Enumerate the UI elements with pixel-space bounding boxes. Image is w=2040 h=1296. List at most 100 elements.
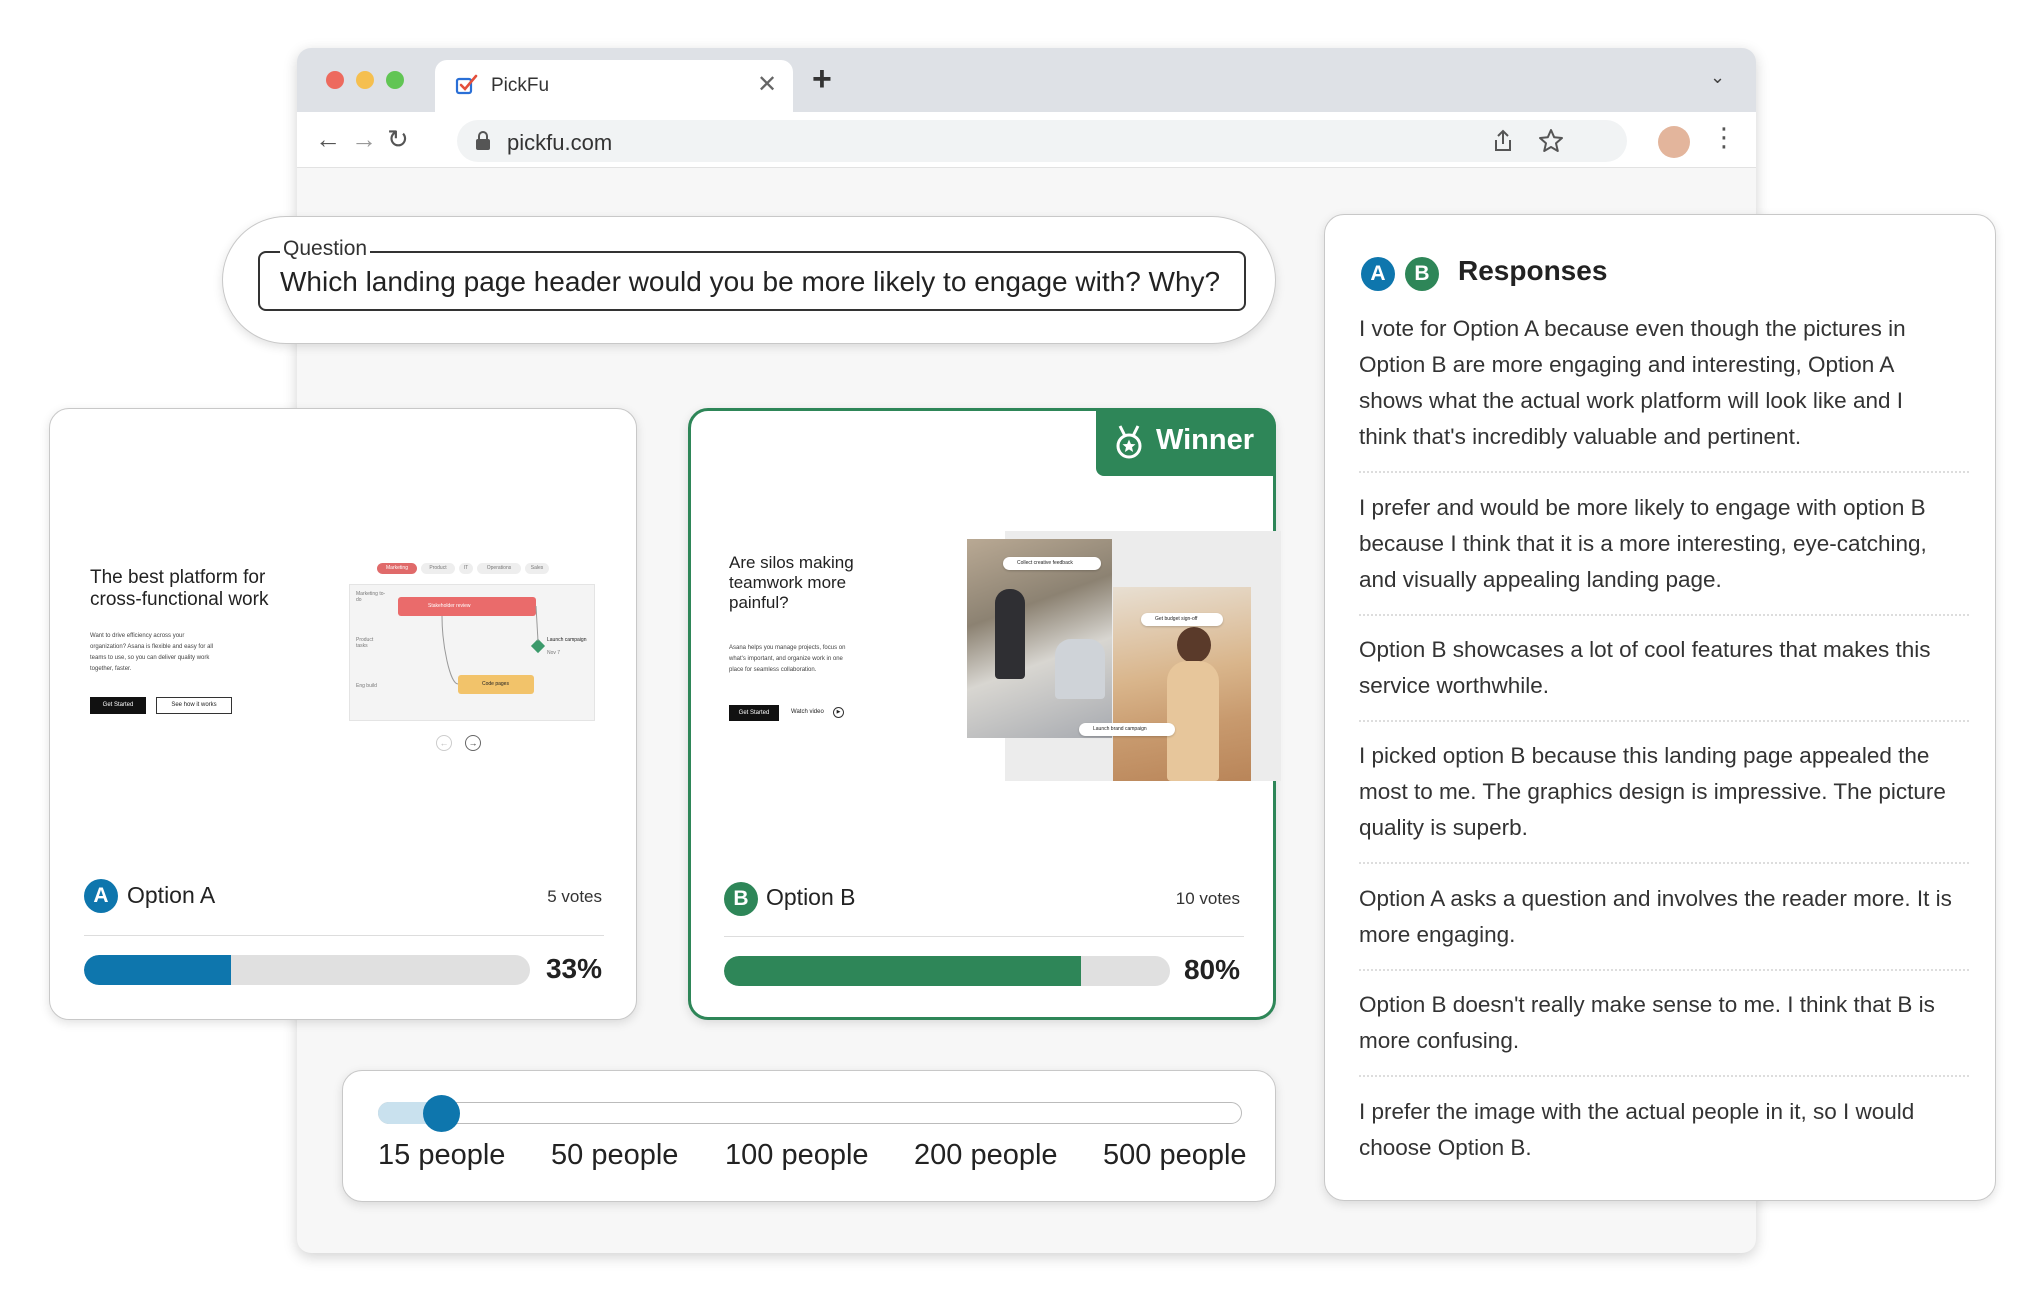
response-text-line: Option B showcases a lot of cool feature…: [1359, 637, 1931, 662]
response-text-line: because I think that it is a more intere…: [1359, 531, 1927, 556]
option-b-percent: 80%: [1183, 954, 1240, 985]
response-divider: [1359, 471, 1969, 473]
address-bar[interactable]: pickfu.com: [457, 120, 1627, 162]
response-text-line: most to me. The graphics design is impre…: [1359, 779, 1946, 804]
response-text-line: I picked option B because this landing p…: [1359, 743, 1930, 768]
preview-b-chip: Collect creative feedback: [1003, 557, 1101, 570]
chevron-down-icon[interactable]: ⌄: [1710, 67, 1725, 88]
response-divider: [1359, 1075, 1969, 1077]
winner-label: Winner: [1156, 424, 1255, 456]
size-option-15[interactable]: 15 people: [378, 1139, 505, 1172]
divider: [84, 935, 604, 936]
audience-size-card: 15 people 50 people 100 people 200 peopl…: [342, 1070, 1276, 1202]
preview-a-get-started: Get Started: [90, 697, 146, 714]
pickfu-favicon-icon: [455, 74, 478, 95]
browser-tab[interactable]: PickFu ✕: [435, 60, 793, 112]
response-text-line: think that's incredibly valuable and per…: [1359, 424, 1802, 449]
preview-a-headline: The best platform for cross-functional w…: [90, 567, 269, 610]
response-item: I picked option B because this landing p…: [1359, 738, 1969, 846]
response-divider: [1359, 969, 1969, 971]
divider: [724, 936, 1244, 937]
preview-a-timeline: Marketing to-do Product tasks Eng build …: [349, 584, 595, 721]
browser-toolbar: ← → ↻ pickfu.com ⋮: [297, 112, 1756, 168]
option-b-name: Option B: [766, 884, 856, 910]
forward-arrow-icon[interactable]: →: [351, 124, 377, 155]
option-b-card[interactable]: Winner Are silos making teamwork more pa…: [688, 408, 1281, 1020]
option-b-votes: 10 votes: [1175, 889, 1240, 908]
option-b-preview: Are silos making teamwork more painful? …: [729, 531, 1281, 831]
option-a-percent: 33%: [545, 953, 602, 984]
preview-a-tab: Marketing: [377, 563, 417, 574]
size-option-50[interactable]: 50 people: [551, 1139, 678, 1172]
new-tab-icon[interactable]: +: [812, 60, 832, 99]
response-text-line: shows what the actual work platform will…: [1359, 388, 1903, 413]
kebab-menu-icon[interactable]: ⋮: [1711, 122, 1737, 153]
response-divider: [1359, 614, 1969, 616]
play-icon: ▶: [833, 707, 844, 718]
dependency-lines-icon: [441, 605, 539, 685]
preview-a-see-how: See how it works: [156, 697, 232, 714]
filter-a-badge[interactable]: A: [1361, 257, 1395, 291]
option-a-preview: The best platform for cross-functional w…: [90, 553, 610, 853]
minimize-window-button[interactable]: [356, 71, 374, 89]
option-a-progress-bar: [84, 955, 530, 985]
bookmark-star-icon[interactable]: [1538, 128, 1564, 154]
size-option-500[interactable]: 500 people: [1103, 1139, 1247, 1172]
tab-title: PickFu: [491, 75, 550, 96]
preview-a-tab: Operations: [477, 563, 521, 574]
reload-icon[interactable]: ↻: [387, 124, 409, 155]
responses-title: Responses: [1458, 255, 1608, 286]
filter-b-badge[interactable]: B: [1405, 257, 1439, 291]
audience-size-slider-track[interactable]: [378, 1102, 1242, 1124]
close-window-button[interactable]: [326, 71, 344, 89]
response-item: I prefer the image with the actual peopl…: [1359, 1094, 1969, 1166]
audience-size-slider-handle[interactable]: [423, 1095, 460, 1132]
award-medal-icon: [1116, 425, 1142, 459]
preview-b-headline: Are silos making teamwork more painful?: [729, 553, 854, 612]
preview-a-tab: IT: [459, 563, 473, 574]
option-a-name: Option A: [127, 882, 216, 908]
size-option-200[interactable]: 200 people: [914, 1139, 1058, 1172]
question-label: Question: [280, 237, 371, 261]
response-divider: [1359, 862, 1969, 864]
response-text-line: I prefer the image with the actual peopl…: [1359, 1099, 1915, 1124]
response-text-line: choose Option B.: [1359, 1135, 1532, 1160]
response-divider: [1359, 720, 1969, 722]
response-item: Option B doesn't really make sense to me…: [1359, 987, 1969, 1059]
option-b-progress-bar: [724, 956, 1170, 986]
question-text: Which landing page header would you be m…: [280, 266, 1221, 297]
responses-card: A B Responses I vote for Option A becaus…: [1324, 214, 1996, 1201]
preview-a-body: Want to drive efficiency across your org…: [90, 633, 214, 672]
response-text-line: quality is superb.: [1359, 815, 1528, 840]
url-text: pickfu.com: [507, 130, 613, 155]
profile-avatar[interactable]: [1658, 126, 1690, 158]
preview-b-chip: Launch brand campaign: [1079, 723, 1175, 736]
preview-a-tab: Product: [421, 563, 455, 574]
response-text-line: I prefer and would be more likely to eng…: [1359, 495, 1926, 520]
response-text-line: Option B are more engaging and interesti…: [1359, 352, 1895, 377]
response-item: I vote for Option A because even though …: [1359, 311, 1969, 455]
response-text-line: Option A asks a question and involves th…: [1359, 886, 1952, 911]
option-a-progress-fill: [84, 955, 232, 985]
preview-a-tab: Sales: [525, 563, 549, 574]
share-icon[interactable]: [1492, 129, 1514, 153]
size-option-100[interactable]: 100 people: [725, 1139, 869, 1172]
option-a-votes: 5 votes: [547, 887, 602, 906]
preview-b-get-started: Get Started: [729, 705, 779, 721]
response-item: Option A asks a question and involves th…: [1359, 881, 1969, 953]
maximize-window-button[interactable]: [386, 71, 404, 89]
question-card: Question Which landing page header would…: [222, 216, 1276, 344]
response-text-line: Option B doesn't really make sense to me…: [1359, 992, 1935, 1017]
preview-b-chip: Get budget sign-off: [1141, 613, 1223, 626]
option-a-card[interactable]: The best platform for cross-functional w…: [49, 408, 637, 1020]
response-text-line: more confusing.: [1359, 1028, 1520, 1053]
option-b-progress-fill: [724, 956, 1081, 986]
response-item: I prefer and would be more likely to eng…: [1359, 490, 1969, 598]
back-arrow-icon[interactable]: ←: [315, 124, 341, 155]
response-text-line: service worthwhile.: [1359, 673, 1550, 698]
response-text-line: more engaging.: [1359, 922, 1516, 947]
close-tab-icon[interactable]: ✕: [757, 70, 777, 99]
preview-b-body: Asana helps you manage projects, focus o…: [729, 645, 846, 673]
winner-badge: Winner: [1096, 408, 1276, 476]
browser-titlebar: PickFu ✕ + ⌄: [297, 48, 1756, 112]
